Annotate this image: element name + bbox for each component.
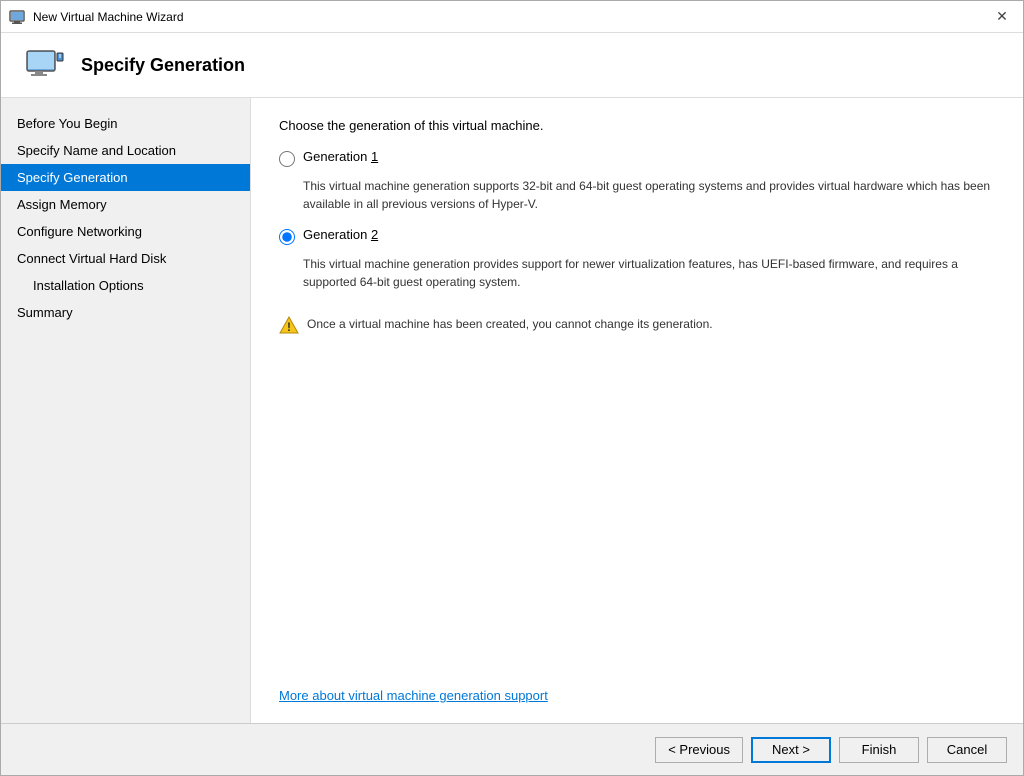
generation2-radio[interactable] (279, 229, 295, 245)
sidebar-item-before-you-begin[interactable]: Before You Begin (1, 110, 250, 137)
link-section: More about virtual machine generation su… (279, 668, 995, 703)
previous-button[interactable]: < Previous (655, 737, 743, 763)
finish-button[interactable]: Finish (839, 737, 919, 763)
generation1-desc: This virtual machine generation supports… (303, 177, 995, 213)
header-icon (25, 49, 65, 81)
window-icon (9, 9, 25, 25)
header: Specify Generation (1, 33, 1023, 98)
warning-text: Once a virtual machine has been created,… (307, 315, 713, 333)
generation1-radio[interactable] (279, 151, 295, 167)
generation2-desc: This virtual machine generation provides… (303, 255, 995, 291)
generation2-label: Generation 2 (303, 227, 378, 242)
wizard-window: New Virtual Machine Wizard ✕ Specify Gen… (0, 0, 1024, 776)
cancel-button[interactable]: Cancel (927, 737, 1007, 763)
sidebar-item-installation-options[interactable]: Installation Options (1, 272, 250, 299)
warning-icon: ! (279, 315, 299, 335)
next-button[interactable]: Next > (751, 737, 831, 763)
sidebar-item-assign-memory[interactable]: Assign Memory (1, 191, 250, 218)
page-title: Specify Generation (81, 55, 245, 76)
sidebar-item-configure-networking[interactable]: Configure Networking (1, 218, 250, 245)
warning-row: ! Once a virtual machine has been create… (279, 315, 995, 335)
sidebar-item-specify-generation[interactable]: Specify Generation (1, 164, 250, 191)
generation2-option: Generation 2 (279, 227, 995, 245)
content-area: Before You Begin Specify Name and Locati… (1, 98, 1023, 723)
window-title: New Virtual Machine Wizard (33, 10, 989, 24)
title-bar: New Virtual Machine Wizard ✕ (1, 1, 1023, 33)
sidebar-item-specify-name[interactable]: Specify Name and Location (1, 137, 250, 164)
sidebar: Before You Begin Specify Name and Locati… (1, 98, 251, 723)
sidebar-item-summary[interactable]: Summary (1, 299, 250, 326)
main-description: Choose the generation of this virtual ma… (279, 118, 995, 133)
main-panel: Choose the generation of this virtual ma… (251, 98, 1023, 723)
footer: < Previous Next > Finish Cancel (1, 723, 1023, 775)
close-button[interactable]: ✕ (989, 7, 1015, 27)
sidebar-item-connect-vhd[interactable]: Connect Virtual Hard Disk (1, 245, 250, 272)
generation1-option: Generation 1 (279, 149, 995, 167)
generation1-label: Generation 1 (303, 149, 378, 164)
svg-text:!: ! (287, 320, 291, 334)
help-link[interactable]: More about virtual machine generation su… (279, 688, 548, 703)
